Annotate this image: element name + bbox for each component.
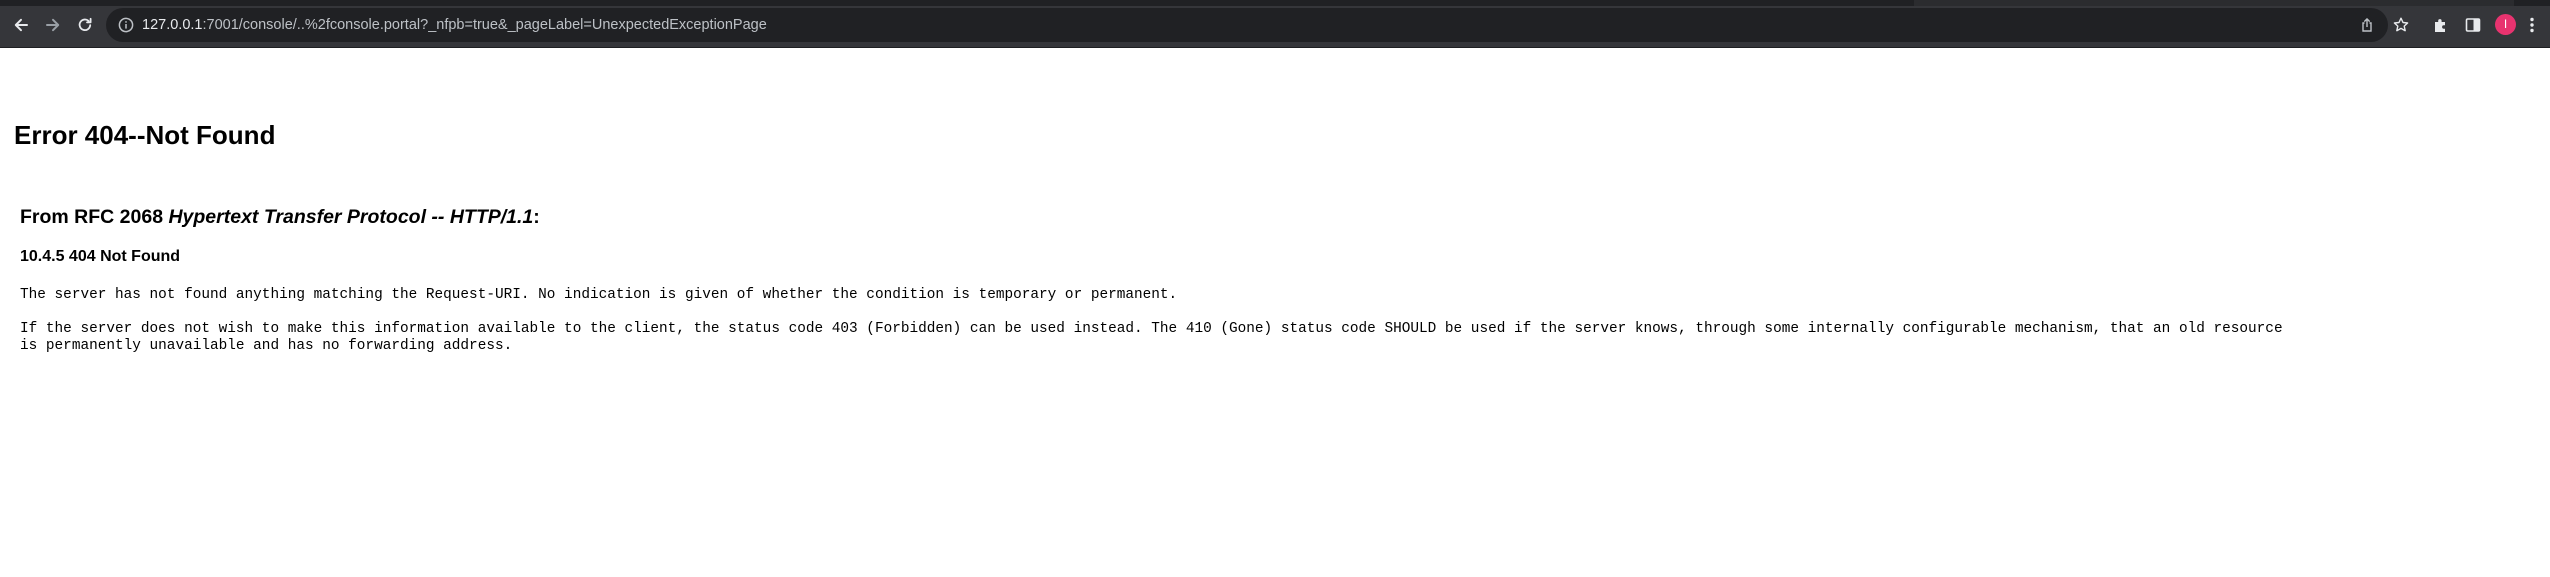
- tab-strip: [0, 0, 2550, 6]
- paragraph-line-1: If the server does not wish to make this…: [20, 321, 2283, 337]
- rfc-suffix: :: [533, 206, 540, 228]
- rfc-heading: From RFC 2068 Hypertext Transfer Protoco…: [20, 206, 540, 229]
- paragraph-forbidden: If the server does not wish to make this…: [20, 321, 2540, 355]
- back-button[interactable]: [8, 12, 34, 38]
- reload-button[interactable]: [72, 12, 98, 38]
- paragraph-not-found: The server has not found anything matchi…: [20, 287, 1178, 303]
- reload-icon: [76, 16, 94, 34]
- puzzle-icon[interactable]: [2429, 13, 2453, 37]
- status-heading: 10.4.5 404 Not Found: [20, 248, 181, 265]
- info-icon[interactable]: [117, 16, 135, 34]
- browser-toolbar: 127.0.0.1:7001/console/..%2fconsole.port…: [0, 0, 2550, 48]
- paragraph-line-2: is permanently unavailable and has no fo…: [20, 338, 513, 354]
- rfc-prefix: From RFC 2068: [20, 206, 169, 228]
- url-host: 127.0.0.1: [142, 17, 203, 33]
- error-title: Error 404--Not Found: [14, 120, 276, 150]
- url-path: :7001/console/..%2fconsole.portal?_nfpb=…: [202, 17, 767, 33]
- profile-avatar[interactable]: I: [2495, 14, 2516, 35]
- url-text[interactable]: 127.0.0.1:7001/console/..%2fconsole.port…: [142, 8, 767, 42]
- arrow-left-icon: [12, 16, 30, 34]
- star-icon[interactable]: [2389, 13, 2413, 37]
- forward-button[interactable]: [40, 12, 66, 38]
- share-icon[interactable]: [2357, 15, 2377, 35]
- arrow-right-icon: [44, 16, 62, 34]
- side-panel-icon[interactable]: [2461, 13, 2485, 37]
- rfc-title: Hypertext Transfer Protocol -- HTTP/1.1: [168, 206, 534, 228]
- kebab-menu-icon[interactable]: [2524, 13, 2540, 37]
- address-bar[interactable]: 127.0.0.1:7001/console/..%2fconsole.port…: [106, 8, 2388, 42]
- tab-strip-edge: [1914, 0, 2514, 6]
